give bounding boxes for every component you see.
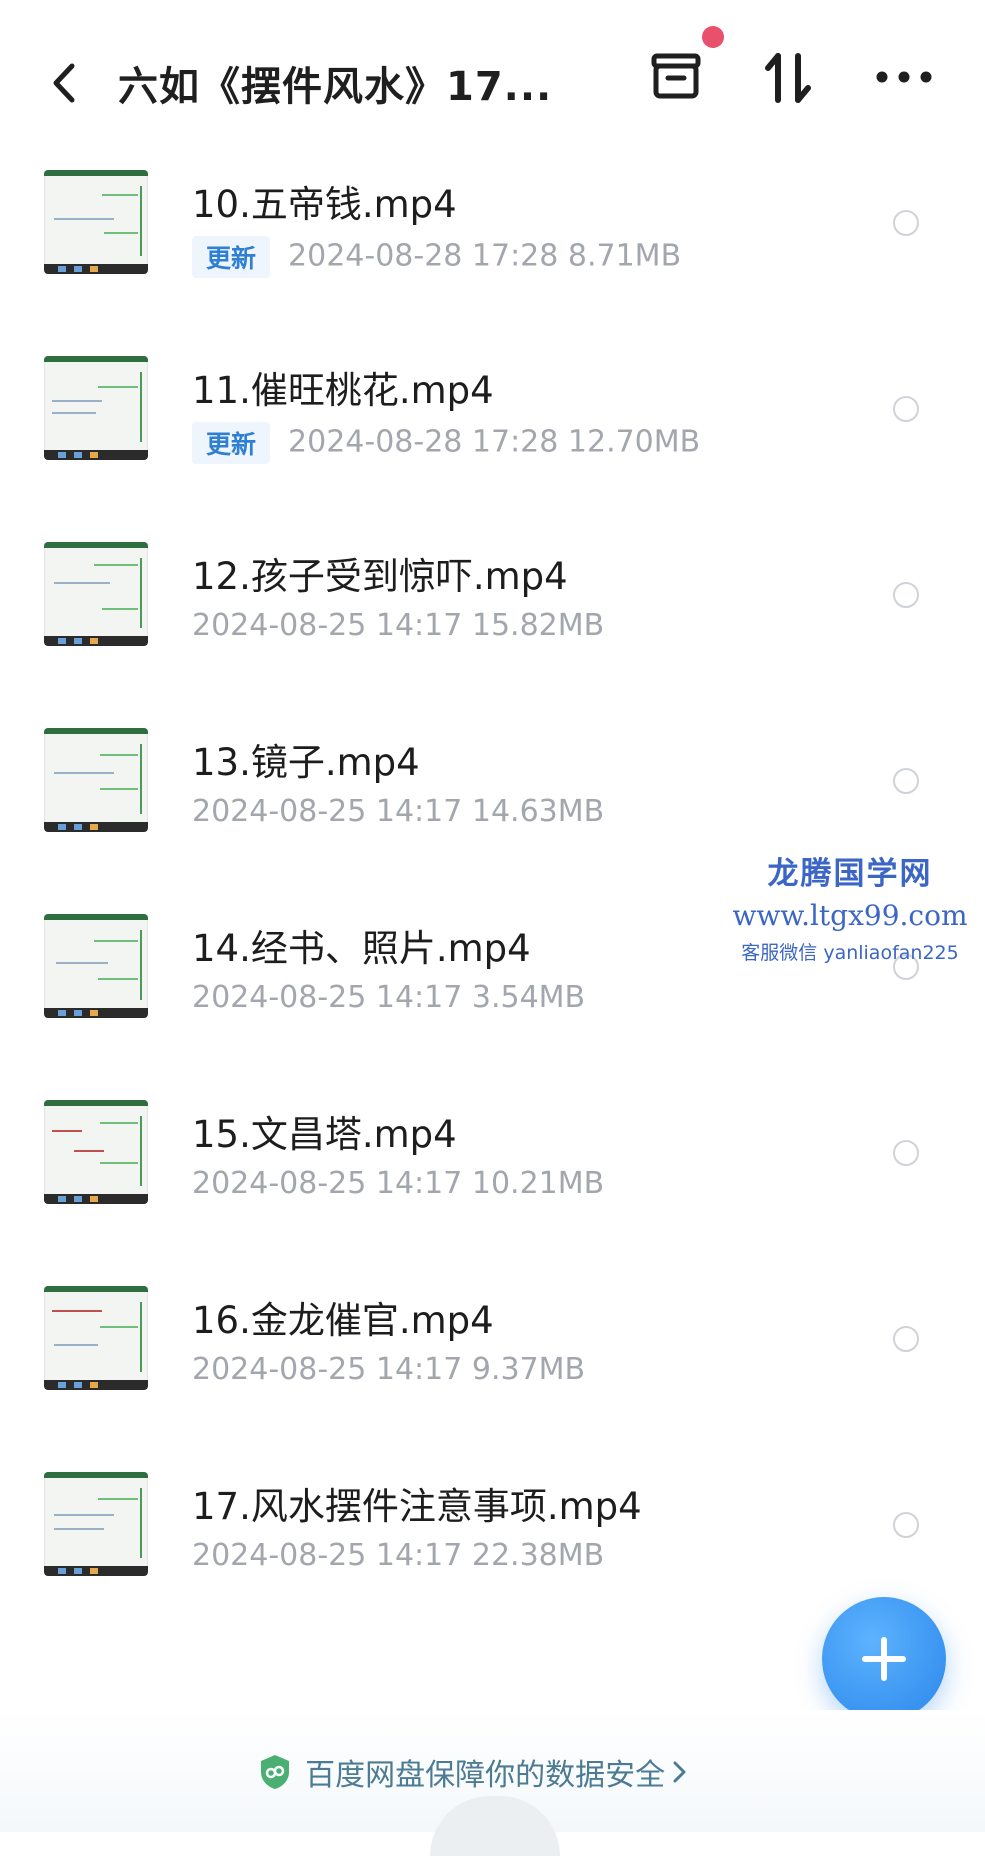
video-thumbnail: [44, 356, 148, 460]
video-thumbnail: [44, 1100, 148, 1204]
file-name: 17.风水摆件注意事项.mp4: [192, 1485, 642, 1528]
more-icon[interactable]: [874, 62, 934, 92]
sort-icon[interactable]: [760, 48, 816, 108]
file-name: 16.金龙催官.mp4: [192, 1299, 494, 1342]
select-radio[interactable]: [893, 582, 919, 608]
notification-dot: [702, 26, 724, 48]
file-row[interactable]: 12.孩子受到惊吓.mp4 2024-08-25 14:17 15.82MB: [0, 532, 985, 718]
folder-title: 六如《摆件风水》17...: [118, 64, 553, 110]
file-name: 10.五帝钱.mp4: [192, 183, 457, 226]
file-date-size: 2024-08-28 17:28 8.71MB: [288, 238, 682, 274]
watermark: 龙腾国学网 www.ltgx99.com 客服微信 yanliaofan225: [730, 848, 970, 965]
update-badge: 更新: [192, 422, 271, 464]
footer-bar: 百度网盘保障你的数据安全: [0, 1710, 985, 1856]
file-name: 14.经书、照片.mp4: [192, 927, 531, 970]
file-row[interactable]: 11.催旺桃花.mp4 更新 2024-08-28 17:28 12.70MB: [0, 346, 985, 532]
watermark-contact: 客服微信 yanliaofan225: [741, 942, 959, 964]
select-radio[interactable]: [893, 1512, 919, 1538]
video-thumbnail: [44, 542, 148, 646]
top-bar: 六如《摆件风水》17...: [0, 0, 985, 160]
select-radio[interactable]: [893, 210, 919, 236]
file-name: 15.文昌塔.mp4: [192, 1113, 457, 1156]
shield-icon: [261, 1755, 289, 1789]
video-thumbnail: [44, 1472, 148, 1576]
file-meta: 2024-08-25 14:17 9.37MB: [192, 1352, 585, 1387]
watermark-title: 龙腾国学网: [767, 856, 933, 892]
file-name: 12.孩子受到惊吓.mp4: [192, 555, 568, 598]
file-meta: 2024-08-25 14:17 22.38MB: [192, 1538, 604, 1573]
transfer-box-icon[interactable]: [648, 48, 704, 104]
select-radio[interactable]: [893, 1140, 919, 1166]
security-banner[interactable]: 百度网盘保障你的数据安全: [258, 1750, 690, 1794]
file-row[interactable]: 10.五帝钱.mp4 更新 2024-08-28 17:28 8.71MB: [0, 160, 985, 346]
file-meta: 2024-08-25 14:17 14.63MB: [192, 794, 604, 829]
file-meta: 更新 2024-08-28 17:28 8.71MB: [192, 236, 681, 278]
file-meta: 2024-08-25 14:17 3.54MB: [192, 980, 585, 1015]
chevron-right-icon: [673, 1761, 686, 1783]
video-thumbnail: [44, 914, 148, 1018]
watermark-url: www.ltgx99.com: [732, 899, 968, 932]
file-name: 11.催旺桃花.mp4: [192, 369, 494, 412]
select-radio[interactable]: [893, 1326, 919, 1352]
file-name: 13.镜子.mp4: [192, 741, 420, 784]
add-button[interactable]: [822, 1597, 946, 1721]
file-date-size: 2024-08-28 17:28 12.70MB: [288, 424, 701, 460]
file-date-size: 2024-08-25 14:17 15.82MB: [192, 608, 605, 643]
update-badge: 更新: [192, 236, 271, 278]
file-date-size: 2024-08-25 14:17 22.38MB: [192, 1538, 605, 1573]
home-indicator: [430, 1796, 560, 1856]
file-meta: 更新 2024-08-28 17:28 12.70MB: [192, 422, 700, 464]
file-meta: 2024-08-25 14:17 15.82MB: [192, 608, 604, 643]
file-row[interactable]: 16.金龙催官.mp4 2024-08-25 14:17 9.37MB: [0, 1276, 985, 1462]
file-date-size: 2024-08-25 14:17 9.37MB: [192, 1352, 586, 1387]
security-text: 百度网盘保障你的数据安全: [305, 1758, 666, 1793]
file-row[interactable]: 15.文昌塔.mp4 2024-08-25 14:17 10.21MB: [0, 1090, 985, 1276]
file-meta: 2024-08-25 14:17 10.21MB: [192, 1166, 604, 1201]
video-thumbnail: [44, 728, 148, 832]
select-radio[interactable]: [893, 396, 919, 422]
file-date-size: 2024-08-25 14:17 3.54MB: [192, 980, 586, 1015]
video-thumbnail: [44, 1286, 148, 1390]
file-date-size: 2024-08-25 14:17 14.63MB: [192, 794, 605, 829]
file-date-size: 2024-08-25 14:17 10.21MB: [192, 1166, 605, 1201]
select-radio[interactable]: [893, 768, 919, 794]
video-thumbnail: [44, 170, 148, 274]
back-arrow-icon[interactable]: [44, 58, 84, 108]
